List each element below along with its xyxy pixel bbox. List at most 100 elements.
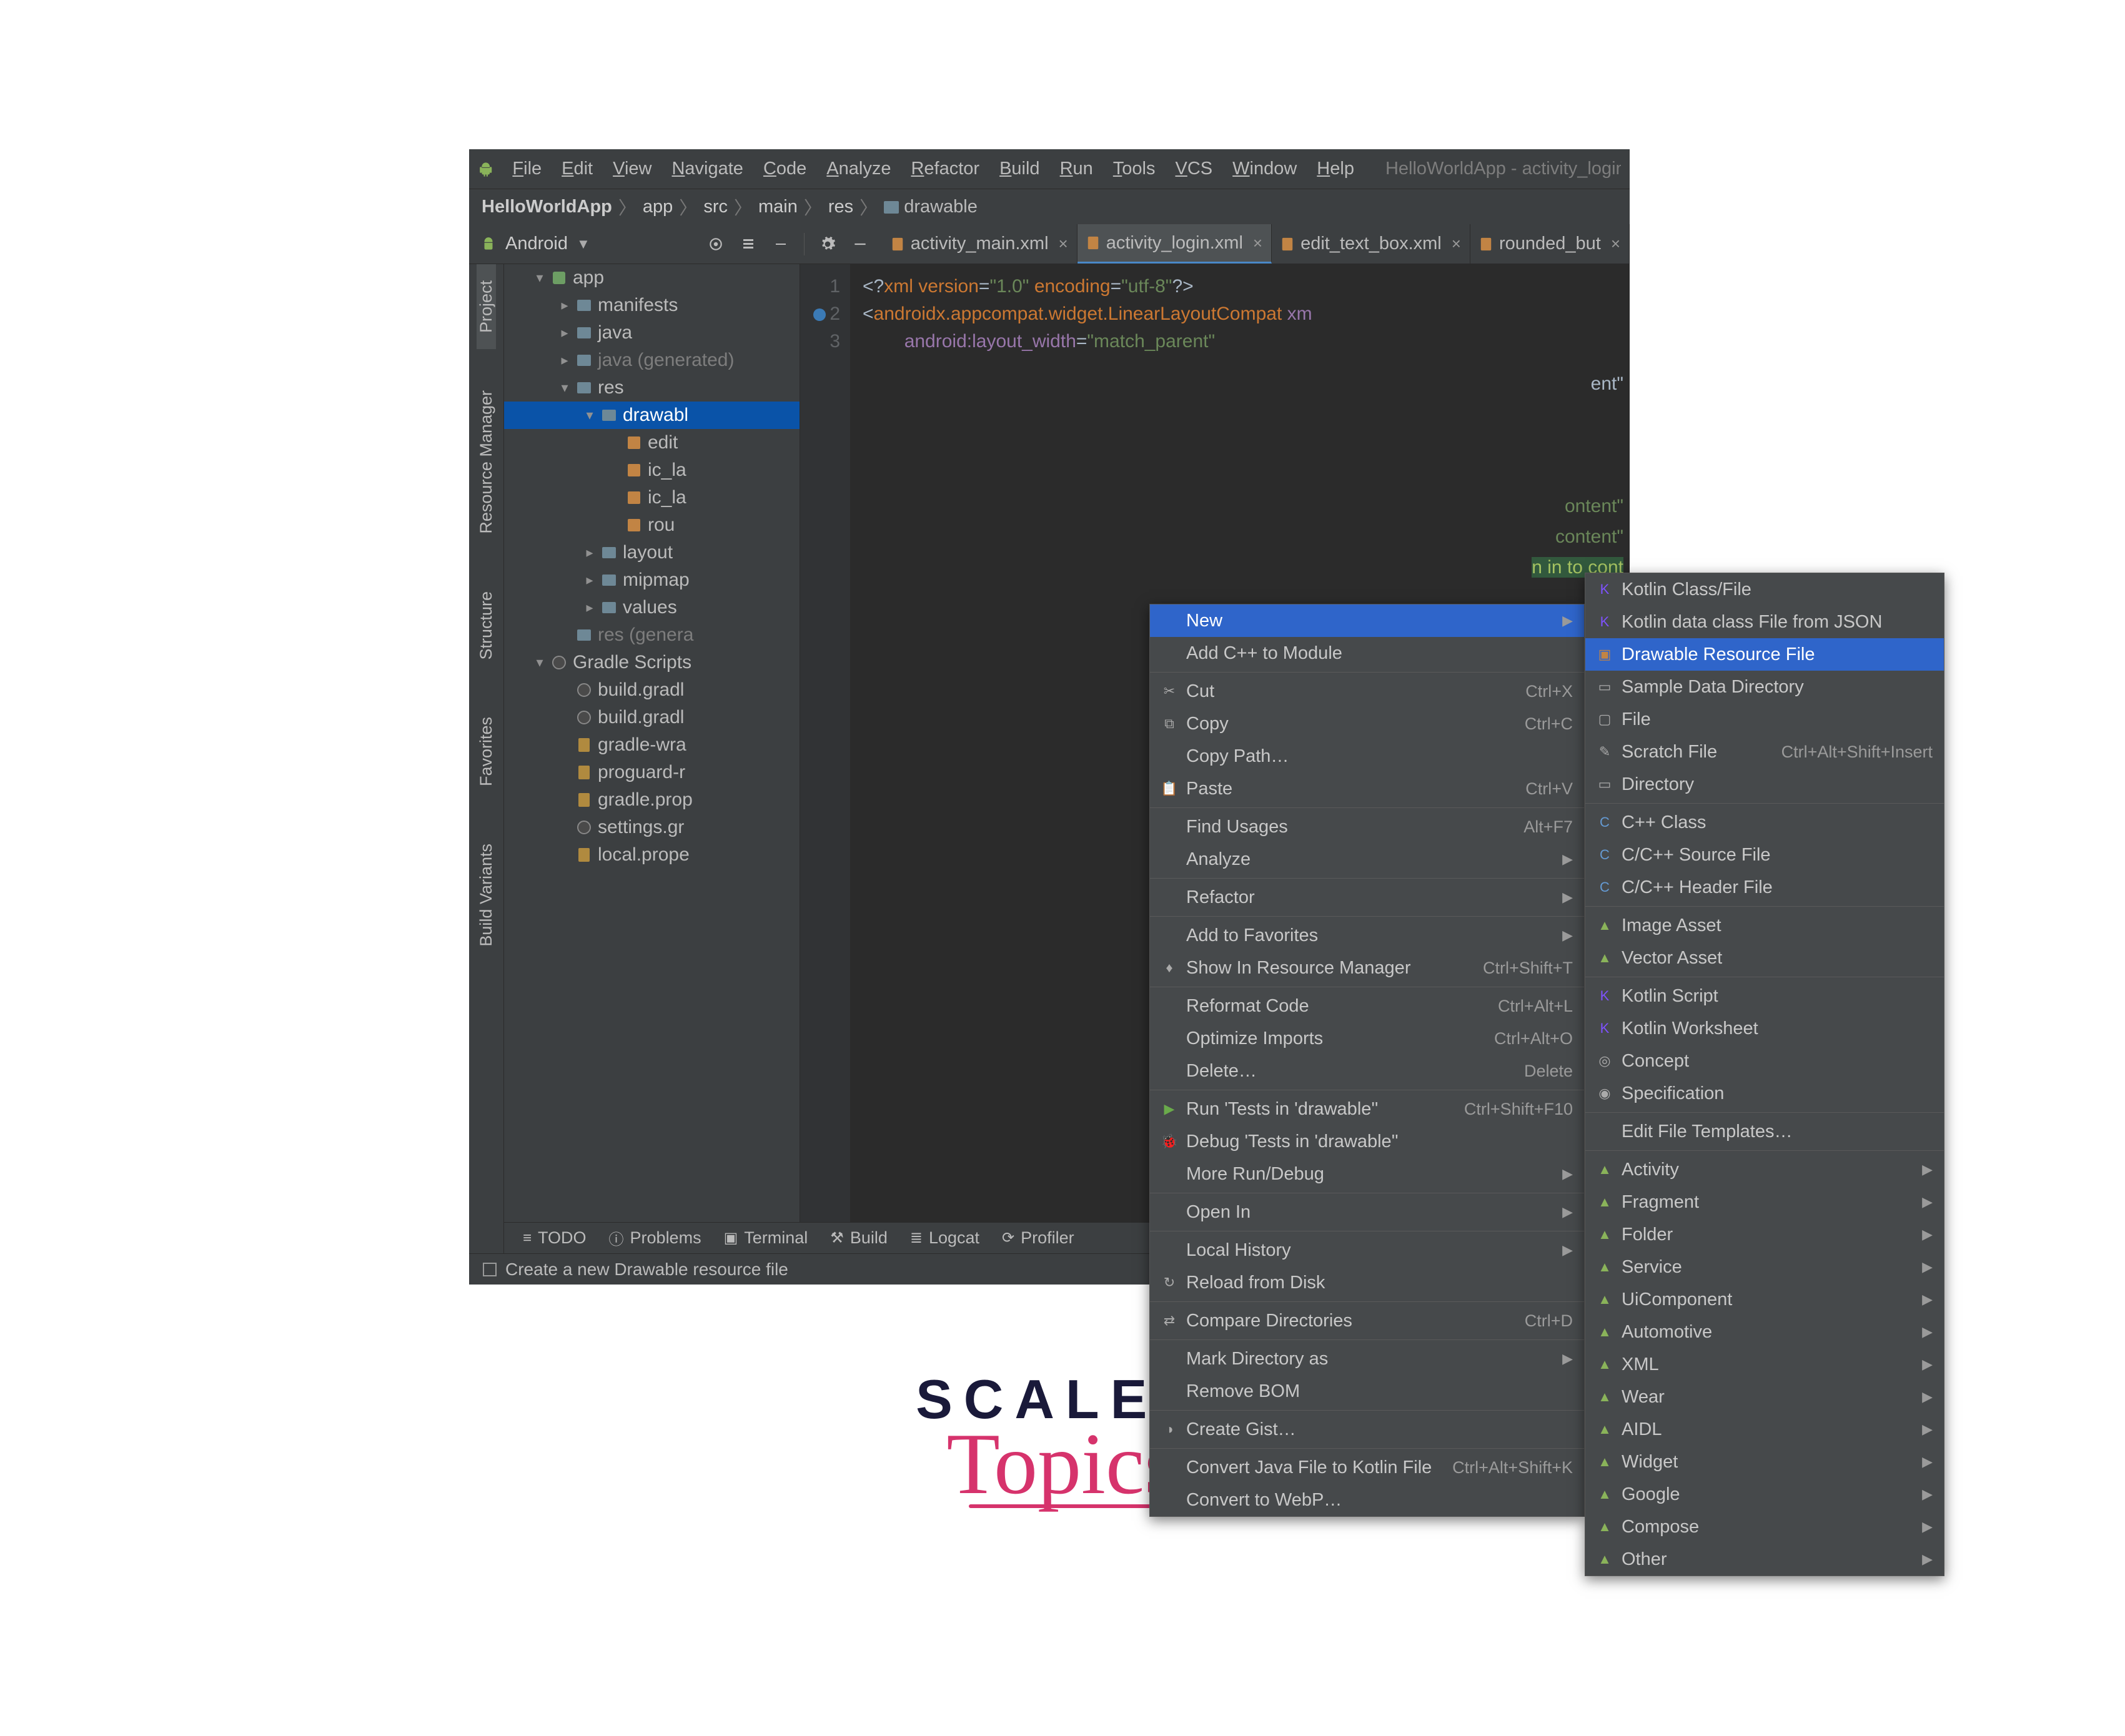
menu-item[interactable]: Copy Path… — [1150, 740, 1584, 772]
crumb-drawable[interactable]: drawable — [884, 197, 978, 217]
tab-rounded_but[interactable]: rounded_but× — [1470, 224, 1630, 264]
close-icon[interactable]: × — [1611, 234, 1620, 254]
tree-node[interactable]: edit — [504, 429, 800, 456]
menu-item[interactable]: ♦Show In Resource ManagerCtrl+Shift+T — [1150, 952, 1584, 984]
menu-item[interactable]: ▲XML▶ — [1585, 1348, 1944, 1381]
tab-activity_main.xml[interactable]: activity_main.xml× — [882, 224, 1077, 264]
tree-node[interactable]: settings.gr — [504, 814, 800, 841]
menu-item[interactable]: ▭Sample Data Directory — [1585, 671, 1944, 703]
tool-tab-build-variants[interactable]: Build Variants — [477, 827, 496, 963]
menu-build[interactable]: Build — [992, 159, 1048, 179]
menu-tools[interactable]: Tools — [1106, 159, 1163, 179]
tree-node[interactable]: ▾app — [504, 264, 800, 292]
menu-item[interactable]: ▭Directory — [1585, 768, 1944, 801]
menu-item[interactable]: Add to Favorites▶ — [1150, 919, 1584, 952]
tool-tab-favorites[interactable]: Favorites — [477, 701, 496, 802]
tree-node[interactable]: ▸manifests — [504, 292, 800, 319]
tree-node[interactable]: ▾Gradle Scripts — [504, 649, 800, 676]
menu-analyze[interactable]: Analyze — [819, 159, 898, 179]
menu-view[interactable]: View — [605, 159, 659, 179]
menu-item[interactable]: ✂CutCtrl+X — [1150, 675, 1584, 708]
bottom-tab-todo[interactable]: ≡TODO — [523, 1228, 587, 1248]
menu-item[interactable]: Reformat CodeCtrl+Alt+L — [1150, 990, 1584, 1022]
crumb-app[interactable]: app — [643, 197, 673, 217]
tree-node[interactable]: ▾res — [504, 374, 800, 402]
project-view-selector[interactable]: Android ▼ — [469, 224, 694, 264]
tree-node[interactable]: ic_la — [504, 456, 800, 484]
menu-item[interactable]: Analyze▶ — [1150, 843, 1584, 875]
menu-help[interactable]: Help — [1309, 159, 1362, 179]
bottom-tab-build[interactable]: ⚒Build — [830, 1228, 888, 1248]
menu-item[interactable]: ▲Vector Asset — [1585, 942, 1944, 974]
tree-node[interactable]: local.prope — [504, 841, 800, 869]
menu-item[interactable]: Optimize ImportsCtrl+Alt+O — [1150, 1022, 1584, 1055]
menu-item[interactable]: ▲Compose▶ — [1585, 1511, 1944, 1543]
menu-file[interactable]: File — [505, 159, 549, 179]
tree-node[interactable]: ▸java — [504, 319, 800, 347]
bottom-tab-terminal[interactable]: ▣Terminal — [724, 1228, 808, 1248]
bottom-tab-profiler[interactable]: ⟳Profiler — [1002, 1228, 1074, 1248]
menu-item[interactable]: Edit File Templates… — [1585, 1115, 1944, 1148]
menu-item[interactable]: Convert Java File to Kotlin FileCtrl+Alt… — [1150, 1451, 1584, 1484]
project-tree[interactable]: ▾app▸manifests▸java▸java (generated)▾res… — [504, 264, 800, 1253]
menu-item[interactable]: New▶ — [1150, 604, 1584, 637]
menu-item[interactable]: Remove BOM — [1150, 1375, 1584, 1408]
tool-tab-resource-manager[interactable]: Resource Manager — [477, 374, 496, 550]
menu-item[interactable]: ▲Wear▶ — [1585, 1381, 1944, 1413]
menu-item[interactable]: ◉Specification — [1585, 1077, 1944, 1110]
menu-item[interactable]: ▲UiComponent▶ — [1585, 1283, 1944, 1316]
menu-item[interactable]: ▲Folder▶ — [1585, 1218, 1944, 1251]
tree-node[interactable]: ▸mipmap — [504, 566, 800, 594]
tree-node[interactable]: build.gradl — [504, 676, 800, 704]
menu-item[interactable]: 🐞Debug 'Tests in 'drawable'' — [1150, 1125, 1584, 1158]
menu-item[interactable]: ⇄Compare DirectoriesCtrl+D — [1150, 1304, 1584, 1337]
menu-item[interactable]: 📋PasteCtrl+V — [1150, 772, 1584, 805]
menu-item[interactable]: More Run/Debug▶ — [1150, 1158, 1584, 1190]
tree-node[interactable]: ▸java (generated) — [504, 347, 800, 374]
menu-refactor[interactable]: Refactor — [903, 159, 987, 179]
menu-item[interactable]: ▣Drawable Resource File — [1585, 638, 1944, 671]
menu-item[interactable]: Mark Directory as▶ — [1150, 1343, 1584, 1375]
tree-node[interactable]: ▸layout — [504, 539, 800, 566]
close-icon[interactable]: × — [1452, 234, 1461, 254]
tree-node[interactable]: gradle-wra — [504, 731, 800, 759]
menu-item[interactable]: ◎Concept — [1585, 1045, 1944, 1077]
tree-node[interactable]: ▾drawabl — [504, 402, 800, 429]
menu-edit[interactable]: Edit — [554, 159, 600, 179]
menu-item[interactable]: KKotlin Class/File — [1585, 573, 1944, 606]
crumb-res[interactable]: res — [828, 197, 853, 217]
menu-navigate[interactable]: Navigate — [664, 159, 750, 179]
menu-item[interactable]: ▲Image Asset — [1585, 909, 1944, 942]
menu-item[interactable]: ▲Automotive▶ — [1585, 1316, 1944, 1348]
menu-item[interactable]: ▶Run 'Tests in 'drawable''Ctrl+Shift+F10 — [1150, 1093, 1584, 1125]
menu-item[interactable]: Convert to WebP… — [1150, 1484, 1584, 1516]
menu-window[interactable]: Window — [1225, 159, 1304, 179]
expand-icon[interactable] — [739, 235, 758, 254]
tool-tab-project[interactable]: Project — [477, 264, 496, 349]
tree-node[interactable]: ic_la — [504, 484, 800, 511]
hide-icon[interactable] — [851, 235, 869, 254]
menu-item[interactable]: ▲Widget▶ — [1585, 1446, 1944, 1478]
menu-item[interactable]: Add C++ to Module — [1150, 637, 1584, 669]
tree-node[interactable]: rou — [504, 511, 800, 539]
menu-item[interactable]: ⧉CopyCtrl+C — [1150, 708, 1584, 740]
bottom-tab-logcat[interactable]: ≣Logcat — [910, 1228, 979, 1248]
menu-item[interactable]: CC/C++ Source File — [1585, 839, 1944, 871]
menu-code[interactable]: Code — [756, 159, 814, 179]
tree-node[interactable]: res (genera — [504, 621, 800, 649]
tree-node[interactable]: gradle.prop — [504, 786, 800, 814]
bottom-tab-problems[interactable]: ⓘProblems — [609, 1227, 701, 1249]
close-icon[interactable]: × — [1059, 234, 1068, 254]
menu-item[interactable]: ▲AIDL▶ — [1585, 1413, 1944, 1446]
crumb-helloworldapp[interactable]: HelloWorldApp — [482, 197, 612, 217]
tree-node[interactable]: build.gradl — [504, 704, 800, 731]
new-submenu[interactable]: KKotlin Class/FileKKotlin data class Fil… — [1585, 573, 1944, 1576]
tree-node[interactable]: ▸values — [504, 594, 800, 621]
menu-item[interactable]: ↻Reload from Disk — [1150, 1266, 1584, 1299]
menu-item[interactable]: Find UsagesAlt+F7 — [1150, 811, 1584, 843]
menu-item[interactable]: KKotlin Worksheet — [1585, 1012, 1944, 1045]
menu-item[interactable]: CC/C++ Header File — [1585, 871, 1944, 904]
menu-item[interactable]: Local History▶ — [1150, 1234, 1584, 1266]
tree-node[interactable]: proguard-r — [504, 759, 800, 786]
menu-item[interactable]: ✎Scratch FileCtrl+Alt+Shift+Insert — [1585, 736, 1944, 768]
